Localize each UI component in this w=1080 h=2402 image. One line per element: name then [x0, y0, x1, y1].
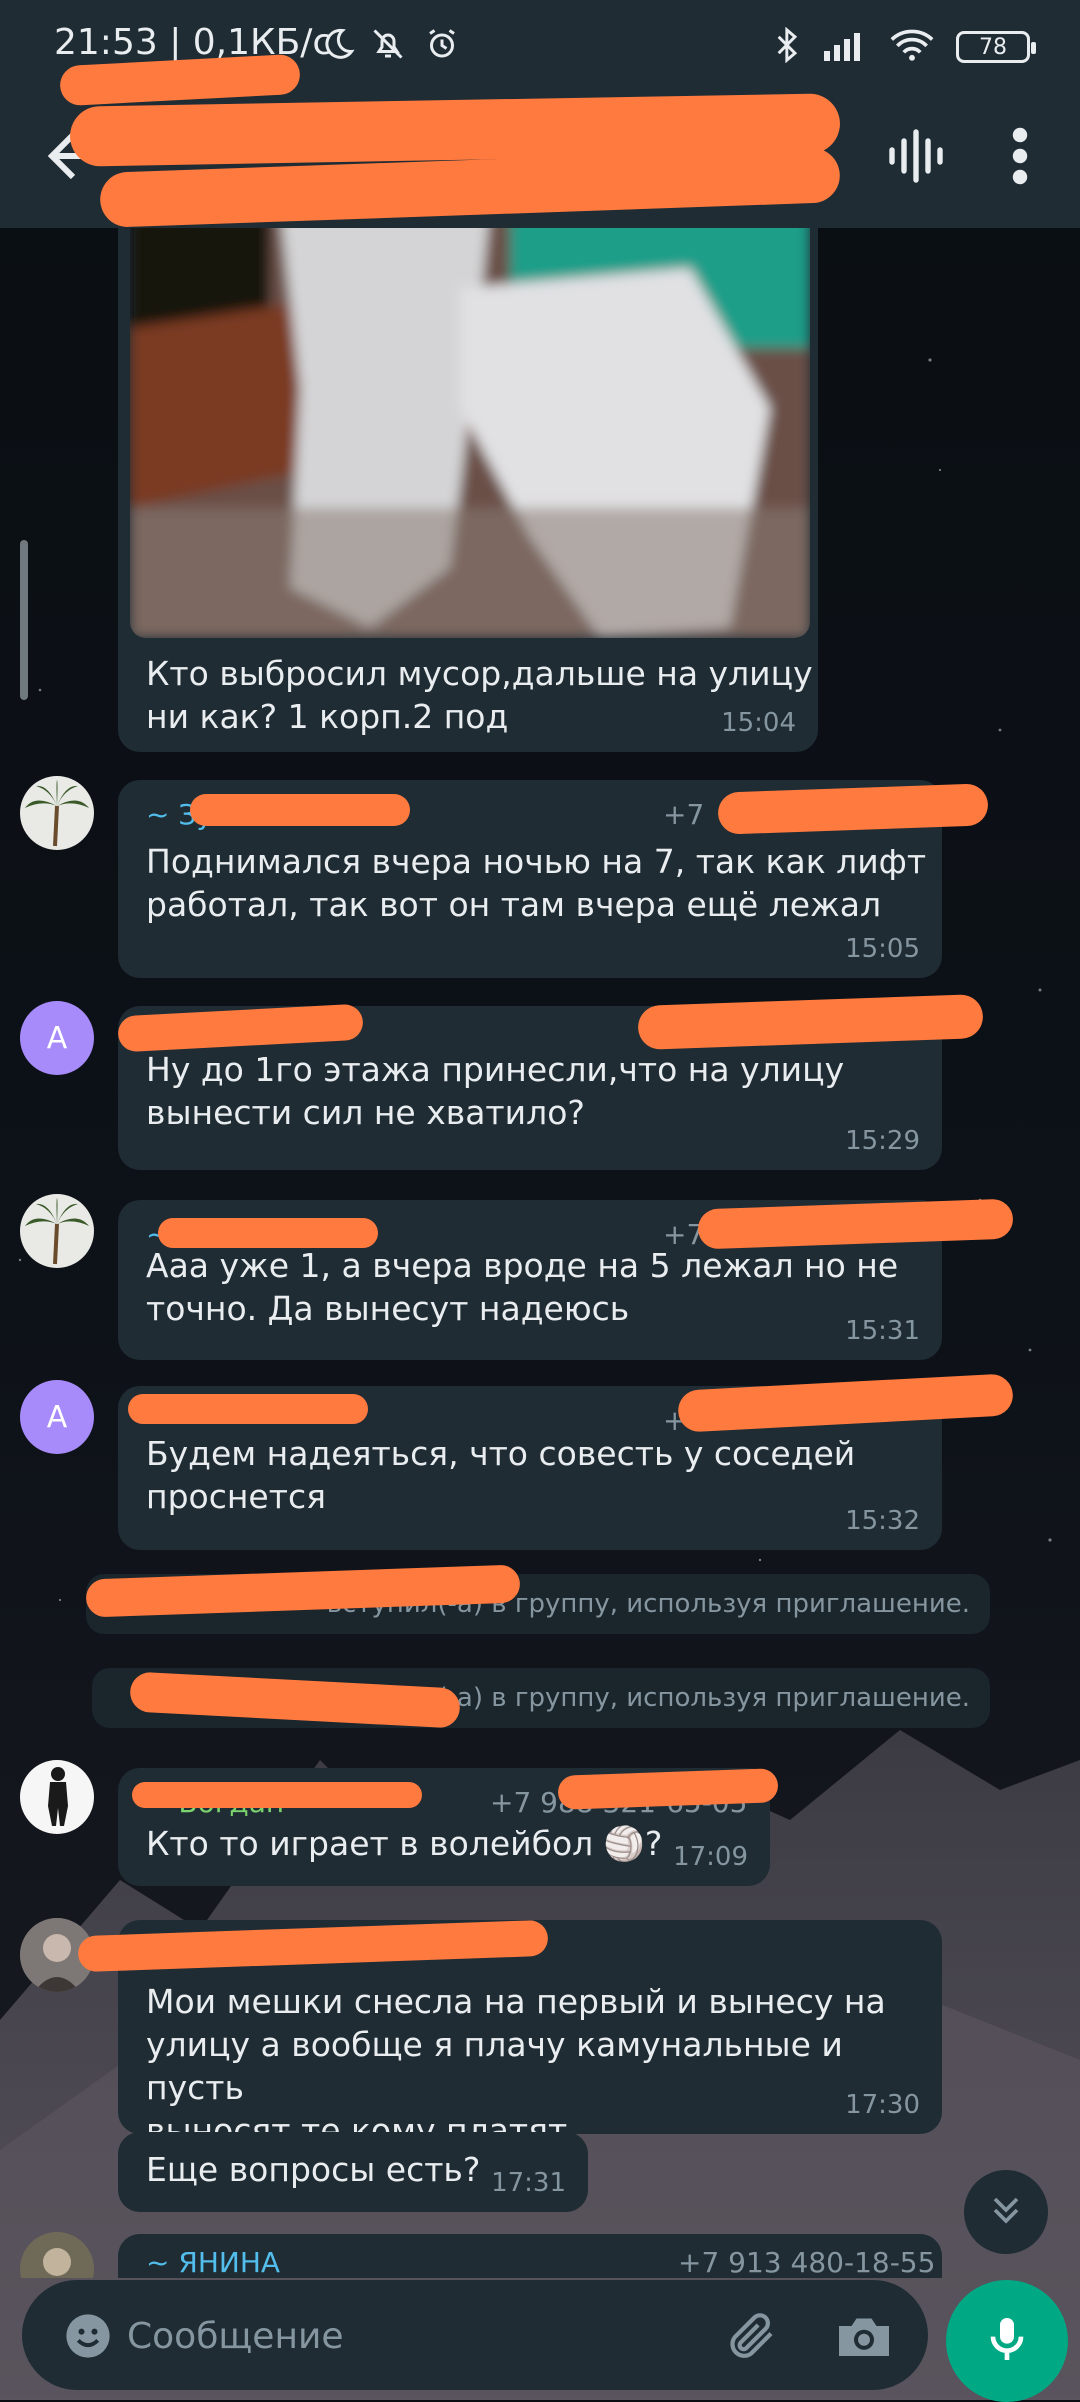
redaction-mark	[77, 1919, 549, 1973]
message-text: Поднимался вчера ночью на 7, так как лиф…	[146, 842, 927, 924]
message-composer: Сообщение	[0, 2270, 1080, 2402]
voice-chat-icon[interactable]	[880, 120, 952, 192]
microphone-icon	[979, 2311, 1035, 2371]
redaction-mark	[117, 1003, 364, 1053]
avatar-letter: A	[46, 1399, 68, 1435]
message-bubble[interactable]: ~ Богдан +7 988 321-65-05 Кто то играет …	[118, 1768, 779, 1886]
message-time: 15:32	[845, 1506, 920, 1536]
message-time: 17:30	[845, 2090, 920, 2120]
emoji-icon[interactable]	[62, 2310, 114, 2362]
message-time: 15:04	[721, 708, 796, 738]
message-text: Ааа уже 1, а вчера вроде на 5 лежал но н…	[146, 1246, 899, 1328]
camera-icon[interactable]	[834, 2310, 894, 2362]
battery-indicator: 78	[956, 31, 1036, 63]
message-bubble[interactable]: + Будем надеяться, что совесть у соседей…	[118, 1373, 1014, 1550]
message-photo[interactable]	[130, 228, 810, 638]
message-bubble[interactable]: ~ Зуб +7 Поднимался вчера ночью на 7, та…	[118, 780, 989, 978]
scroll-thumb[interactable]	[20, 540, 28, 700]
chevron-double-down-icon	[984, 2188, 1028, 2236]
redaction-mark	[128, 1394, 368, 1424]
message-bubble[interactable]: Еще вопросы есть? 17:31	[118, 2132, 588, 2212]
message-time: 17:09	[673, 1842, 748, 1872]
alarm-icon	[424, 26, 460, 66]
redaction-mark	[697, 1198, 1014, 1250]
redaction-mark	[637, 993, 984, 1051]
chat-header	[0, 53, 1080, 228]
message-bubble[interactable]: Ну до 1го этажа принесли,что на улицу вы…	[117, 993, 984, 1170]
message-bubble[interactable]: ~ +7 Ааа уже 1, а вчера вроде на 5 лежал…	[118, 1198, 1014, 1360]
voice-record-button[interactable]	[946, 2280, 1068, 2402]
system-message-text: пил(-а) в группу, используя приглашение.	[386, 1683, 970, 1713]
redaction-mark	[190, 794, 410, 826]
sender-avatar[interactable]: A	[20, 1001, 94, 1075]
sender-avatar[interactable]	[20, 1760, 94, 1834]
redaction-mark	[677, 1373, 1014, 1433]
message-text: Кто выбросил мусор,дальше на улицу ни ка…	[146, 654, 813, 736]
message-text: Будем надеяться, что совесть у соседей п…	[146, 1434, 856, 1516]
sender-avatar[interactable]	[20, 776, 94, 850]
message-text: Еще вопросы есть?	[146, 2150, 481, 2189]
redaction-mark	[132, 1782, 422, 1808]
message-time: 17:31	[491, 2168, 566, 2198]
sender-avatar[interactable]	[20, 1194, 94, 1268]
avatar-letter: A	[46, 1020, 68, 1056]
message-bubble[interactable]: Кто выбросил мусор,дальше на улицу ни ка…	[118, 228, 818, 752]
message-text: Ну до 1го этажа принесли,что на улицу вы…	[146, 1050, 845, 1132]
more-options-icon[interactable]	[990, 120, 1050, 192]
scroll-to-bottom-button[interactable]	[964, 2170, 1048, 2254]
redaction-mark	[158, 1218, 378, 1248]
chat-messages[interactable]: Кто выбросил мусор,дальше на улицу ни ка…	[0, 228, 1080, 2278]
message-text: Кто то играет в волейбол 🏐?	[146, 1824, 663, 1863]
message-time: 15:29	[845, 1126, 920, 1156]
redaction-mark	[717, 783, 989, 835]
bell-off-icon	[370, 26, 406, 66]
signal-icon	[824, 29, 868, 65]
message-bubble[interactable]: Мои мешки снесла на первый и вынесу на у…	[77, 1919, 942, 2150]
sender-avatar[interactable]: A	[20, 1380, 94, 1454]
paperclip-icon[interactable]	[722, 2308, 778, 2364]
wifi-icon	[890, 28, 934, 66]
message-text: Мои мешки снесла на первый и вынесу на у…	[146, 1982, 886, 2150]
message-input-field[interactable]: Сообщение	[22, 2280, 928, 2390]
message-time: 15:05	[845, 934, 920, 964]
message-phone: +7	[663, 798, 705, 831]
moon-icon	[320, 26, 356, 66]
battery-level: 78	[979, 34, 1007, 60]
bluetooth-icon	[774, 26, 802, 67]
message-time: 15:31	[845, 1316, 920, 1346]
message-input-placeholder: Сообщение	[127, 2316, 344, 2357]
